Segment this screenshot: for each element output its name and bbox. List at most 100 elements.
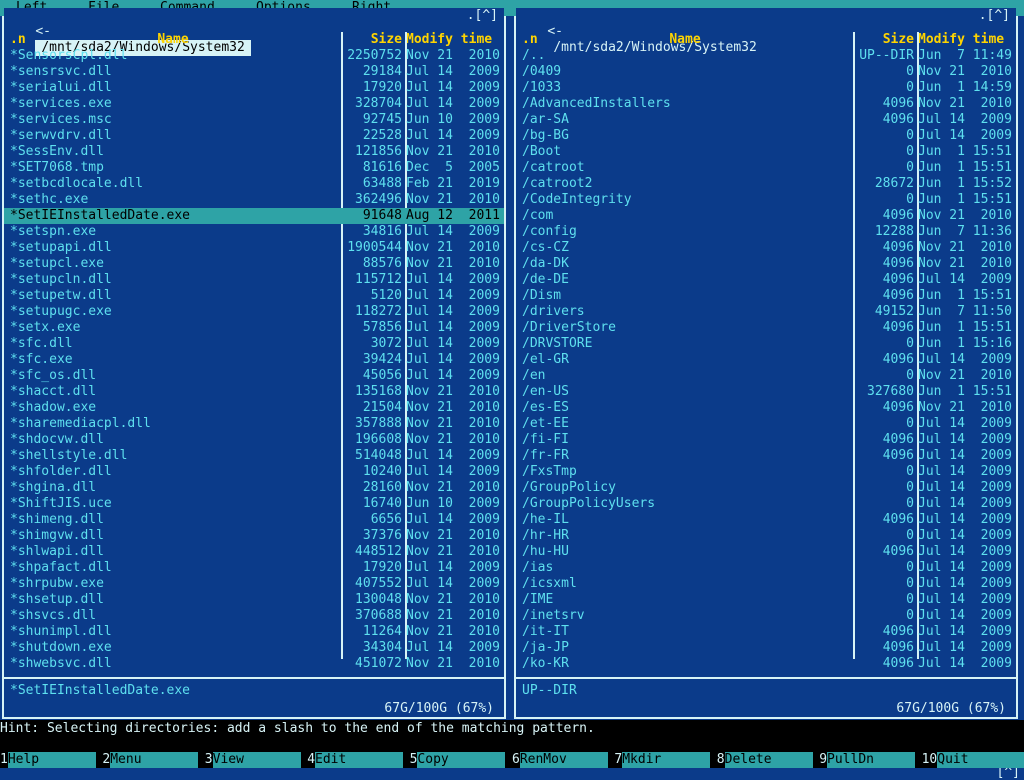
right-file-row[interactable]: /AdvancedInstallers 4096 Nov 21 2010 — [516, 96, 1016, 112]
right-file-row[interactable]: /cs-CZ 4096 Nov 21 2010 — [516, 240, 1016, 256]
fkey-view[interactable]: 3View — [204, 752, 301, 768]
left-file-row[interactable]: *sethc.exe 362496 Nov 21 2010 — [4, 192, 504, 208]
right-file-row[interactable]: /1033 0 Jun 1 14:59 — [516, 80, 1016, 96]
left-col-time[interactable]: Modify time — [406, 32, 502, 48]
left-col-size[interactable]: Size — [338, 32, 402, 48]
right-file-row[interactable]: /fr-FR 4096 Jul 14 2009 — [516, 448, 1016, 464]
right-file-row[interactable]: /hu-HU 4096 Jul 14 2009 — [516, 544, 1016, 560]
right-file-row[interactable]: /da-DK 4096 Nov 21 2010 — [516, 256, 1016, 272]
left-file-row[interactable]: *SessEnv.dll 121856 Nov 21 2010 — [4, 144, 504, 160]
right-file-row[interactable]: /CodeIntegrity 0 Jun 1 15:51 — [516, 192, 1016, 208]
right-file-row[interactable]: /icsxml 0 Jul 14 2009 — [516, 576, 1016, 592]
left-file-row[interactable]: *shimgvw.dll 37376 Nov 21 2010 — [4, 528, 504, 544]
left-file-row[interactable]: *ShiftJIS.uce 16740 Jun 10 2009 — [4, 496, 504, 512]
fkey-mkdir[interactable]: 7Mkdir — [614, 752, 711, 768]
right-file-row[interactable]: /DriverStore 4096 Jun 1 15:51 — [516, 320, 1016, 336]
right-file-row[interactable]: /catroot2 28672 Jun 1 15:52 — [516, 176, 1016, 192]
left-file-row[interactable]: *setupapi.dll 1900544 Nov 21 2010 — [4, 240, 504, 256]
left-file-row[interactable]: *SetIEInstalledDate.exe 91648 Aug 12 2011 — [4, 208, 504, 224]
right-panel-controls[interactable]: .[^] — [979, 8, 1010, 24]
right-file-row[interactable]: /hr-HR 0 Jul 14 2009 — [516, 528, 1016, 544]
right-file-row[interactable]: /et-EE 0 Jul 14 2009 — [516, 416, 1016, 432]
left-col-name[interactable]: Name — [10, 32, 336, 48]
right-file-row[interactable]: /config 12288 Jun 7 11:36 — [516, 224, 1016, 240]
left-file-row[interactable]: *shutdown.exe 34304 Jul 14 2009 — [4, 640, 504, 656]
right-file-row[interactable]: /drivers 49152 Jun 7 11:50 — [516, 304, 1016, 320]
command-line[interactable]: # [^] — [0, 738, 1024, 780]
left-file-row[interactable]: *setspn.exe 34816 Jul 14 2009 — [4, 224, 504, 240]
fkey-pulldn[interactable]: 9PullDn — [819, 752, 916, 768]
left-file-row[interactable]: *setbcdlocale.dll 63488 Feb 21 2019 — [4, 176, 504, 192]
fkey-copy[interactable]: 5Copy — [409, 752, 506, 768]
command-history-button[interactable]: [^] — [997, 766, 1020, 780]
left-file-row[interactable]: *shlwapi.dll 448512 Nov 21 2010 — [4, 544, 504, 560]
left-file-row[interactable]: *serialui.dll 17920 Jul 14 2009 — [4, 80, 504, 96]
left-file-row[interactable]: *shunimpl.dll 11264 Nov 21 2010 — [4, 624, 504, 640]
right-file-row[interactable]: /Boot 0 Jun 1 15:51 — [516, 144, 1016, 160]
right-col-size[interactable]: Size — [850, 32, 914, 48]
right-file-row[interactable]: /bg-BG 0 Jul 14 2009 — [516, 128, 1016, 144]
right-file-row[interactable]: /en 0 Nov 21 2010 — [516, 368, 1016, 384]
right-file-row[interactable]: /es-ES 4096 Nov 21 2010 — [516, 400, 1016, 416]
fkey-renmov[interactable]: 6RenMov — [512, 752, 608, 768]
right-file-row[interactable]: /it-IT 4096 Jul 14 2009 — [516, 624, 1016, 640]
right-file-row[interactable]: /GroupPolicyUsers 0 Jul 14 2009 — [516, 496, 1016, 512]
left-file-row[interactable]: *sensrsvc.dll 29184 Jul 14 2009 — [4, 64, 504, 80]
right-file-row[interactable]: /GroupPolicy 0 Jul 14 2009 — [516, 480, 1016, 496]
right-file-row[interactable]: /ar-SA 4096 Jul 14 2009 — [516, 112, 1016, 128]
left-file-row[interactable]: *shdocvw.dll 196608 Nov 21 2010 — [4, 432, 504, 448]
left-file-row[interactable]: *sfc_os.dll 45056 Jul 14 2009 — [4, 368, 504, 384]
left-file-row[interactable]: *shellstyle.dll 514048 Jul 14 2009 — [4, 448, 504, 464]
left-file-row[interactable]: *setupetw.dll 5120 Jul 14 2009 — [4, 288, 504, 304]
fkey-quit[interactable]: 10Quit — [921, 752, 1024, 768]
left-file-row[interactable]: *shsvcs.dll 370688 Nov 21 2010 — [4, 608, 504, 624]
right-col-time[interactable]: Modify time — [918, 32, 1014, 48]
right-file-row[interactable]: /el-GR 4096 Jul 14 2009 — [516, 352, 1016, 368]
right-file-row[interactable]: /IME 0 Jul 14 2009 — [516, 592, 1016, 608]
left-file-row[interactable]: *shadow.exe 21504 Nov 21 2010 — [4, 400, 504, 416]
right-file-row[interactable]: /ias 0 Jul 14 2009 — [516, 560, 1016, 576]
left-file-row[interactable]: *sfc.dll 3072 Jul 14 2009 — [4, 336, 504, 352]
left-file-row[interactable]: *setx.exe 57856 Jul 14 2009 — [4, 320, 504, 336]
right-file-row[interactable]: /inetsrv 0 Jul 14 2009 — [516, 608, 1016, 624]
fkey-help[interactable]: 1Help — [0, 752, 96, 768]
right-file-row[interactable]: /en-US 327680 Jun 1 15:51 — [516, 384, 1016, 400]
left-file-row[interactable]: *shrpubw.exe 407552 Jul 14 2009 — [4, 576, 504, 592]
right-file-row[interactable]: /.. UP--DIR Jun 7 11:49 — [516, 48, 1016, 64]
left-file-row[interactable]: *SET7068.tmp 81616 Dec 5 2005 — [4, 160, 504, 176]
left-file-row[interactable]: *sharemediacpl.dll 357888 Nov 21 2010 — [4, 416, 504, 432]
left-file-row[interactable]: *serwvdrv.dll 22528 Jul 14 2009 — [4, 128, 504, 144]
left-file-row[interactable]: *services.msc 92745 Jun 10 2009 — [4, 112, 504, 128]
fkey-menu[interactable]: 2Menu — [102, 752, 199, 768]
left-panel[interactable]: <- /mnt/sda2/Windows/System32 .[^] .n Na… — [2, 8, 506, 719]
left-file-row[interactable]: *shgina.dll 28160 Nov 21 2010 — [4, 480, 504, 496]
right-file-row[interactable]: /catroot 0 Jun 1 15:51 — [516, 160, 1016, 176]
left-file-row[interactable]: *shwebsvc.dll 451072 Nov 21 2010 — [4, 656, 504, 672]
left-file-row[interactable]: *setupcln.dll 115712 Jul 14 2009 — [4, 272, 504, 288]
right-file-row[interactable]: /Dism 4096 Jun 1 15:51 — [516, 288, 1016, 304]
left-panel-controls[interactable]: .[^] — [467, 8, 498, 24]
right-file-row[interactable]: /com 4096 Nov 21 2010 — [516, 208, 1016, 224]
right-file-row[interactable]: /DRVSTORE 0 Jun 1 15:16 — [516, 336, 1016, 352]
fkey-edit[interactable]: 4Edit — [307, 752, 404, 768]
right-col-name[interactable]: Name — [522, 32, 848, 48]
right-file-row[interactable]: /he-IL 4096 Jul 14 2009 — [516, 512, 1016, 528]
right-file-row[interactable]: /fi-FI 4096 Jul 14 2009 — [516, 432, 1016, 448]
left-file-row[interactable]: *SensorsCpl.dll 2250752 Nov 21 2010 — [4, 48, 504, 64]
left-file-row[interactable]: *shfolder.dll 10240 Jul 14 2009 — [4, 464, 504, 480]
left-file-row[interactable]: *services.exe 328704 Jul 14 2009 — [4, 96, 504, 112]
right-file-row[interactable]: /ko-KR 4096 Jul 14 2009 — [516, 656, 1016, 672]
left-file-row[interactable]: *setupugc.exe 118272 Jul 14 2009 — [4, 304, 504, 320]
left-file-row[interactable]: *shpafact.dll 17920 Jul 14 2009 — [4, 560, 504, 576]
left-file-row[interactable]: *shacct.dll 135168 Nov 21 2010 — [4, 384, 504, 400]
right-file-row[interactable]: /de-DE 4096 Jul 14 2009 — [516, 272, 1016, 288]
left-file-row[interactable]: *sfc.exe 39424 Jul 14 2009 — [4, 352, 504, 368]
right-file-row[interactable]: /ja-JP 4096 Jul 14 2009 — [516, 640, 1016, 656]
right-panel[interactable]: <- /mnt/sda2/Windows/System32 .[^] .n Na… — [514, 8, 1018, 719]
fkey-delete[interactable]: 8Delete — [716, 752, 813, 768]
left-file-row[interactable]: *setupcl.exe 88576 Nov 21 2010 — [4, 256, 504, 272]
left-file-row[interactable]: *shsetup.dll 130048 Nov 21 2010 — [4, 592, 504, 608]
right-file-row[interactable]: /FxsTmp 0 Jul 14 2009 — [516, 464, 1016, 480]
right-file-row[interactable]: /0409 0 Nov 21 2010 — [516, 64, 1016, 80]
left-file-row[interactable]: *shimeng.dll 6656 Jul 14 2009 — [4, 512, 504, 528]
